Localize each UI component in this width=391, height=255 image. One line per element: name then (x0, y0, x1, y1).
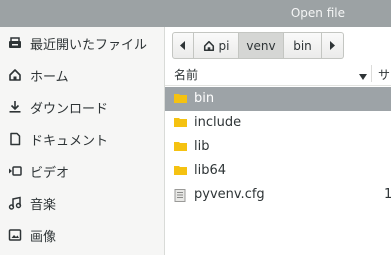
places-sidebar: 最近開いたファイル ホーム ダウンロード ドキュメント ビデオ 音楽 画像 (0, 27, 165, 255)
crumb-pi[interactable]: pi (194, 32, 239, 59)
sidebar-item-label: 音楽 (30, 197, 57, 213)
crumb-bin[interactable]: bin (284, 32, 322, 59)
sidebar-item-pictures[interactable]: 画像 (0, 220, 164, 250)
folder-icon (174, 165, 187, 180)
sidebar-item-music[interactable]: 音楽 (0, 188, 164, 218)
sidebar-item-videos[interactable]: ビデオ (0, 156, 164, 186)
file-name: pyvenv.cfg (194, 187, 265, 202)
window-title: Open file (290, 6, 345, 20)
folder-icon (174, 141, 187, 156)
folder-icon (174, 93, 187, 108)
video-icon (8, 164, 22, 178)
document-icon (8, 132, 22, 146)
column-header-name[interactable]: 名前 (174, 66, 198, 83)
file-name: include (194, 115, 242, 130)
sidebar-item-label: ダウンロード (30, 101, 109, 117)
crumb-venv[interactable]: venv (239, 32, 284, 59)
column-header-size[interactable]: サ (378, 66, 390, 83)
sidebar-item-label: ドキュメント (30, 133, 109, 149)
home-icon (8, 68, 22, 82)
download-icon (8, 100, 22, 114)
sidebar-item-label: 最近開いたファイル (30, 37, 148, 53)
sidebar-item-downloads[interactable]: ダウンロード (0, 92, 164, 122)
file-row-include[interactable]: include (165, 111, 391, 135)
chevron-left-icon (180, 39, 186, 53)
file-size: 1 (384, 187, 391, 202)
sort-down-icon (359, 69, 367, 83)
file-name: bin (194, 91, 215, 106)
file-row-lib64[interactable]: lib64 (165, 159, 391, 183)
file-row-bin[interactable]: bin (165, 87, 391, 111)
chevron-right-icon (329, 39, 336, 53)
sidebar-item-label: 画像 (30, 229, 57, 245)
column-separator (371, 65, 372, 82)
sidebar-item-recent[interactable]: 最近開いたファイル (0, 28, 164, 58)
file-row-pyvenv-cfg[interactable]: pyvenv.cfg 1 (165, 183, 391, 207)
sidebar-item-documents[interactable]: ドキュメント (0, 124, 164, 154)
image-icon (8, 228, 22, 242)
music-icon (8, 196, 22, 210)
text-file-icon (174, 189, 186, 206)
column-header: 名前 サ (165, 62, 391, 86)
title-bar: Open file (0, 0, 391, 27)
crumb-label: venv (246, 38, 276, 53)
file-row-lib[interactable]: lib (165, 135, 391, 159)
sidebar-item-label: ホーム (30, 69, 69, 85)
file-name: lib (194, 139, 210, 154)
home-icon (203, 40, 215, 52)
path-back-button[interactable] (172, 32, 194, 59)
crumb-label: bin (293, 38, 312, 53)
file-name: lib64 (194, 163, 227, 178)
sidebar-item-label: ビデオ (30, 165, 70, 181)
path-forward-button[interactable] (322, 32, 344, 59)
sidebar-item-home[interactable]: ホーム (0, 60, 164, 90)
crumb-label: pi (218, 38, 230, 53)
path-bar: pi venv bin (172, 32, 344, 59)
folder-icon (174, 117, 187, 132)
recent-icon (8, 36, 22, 50)
